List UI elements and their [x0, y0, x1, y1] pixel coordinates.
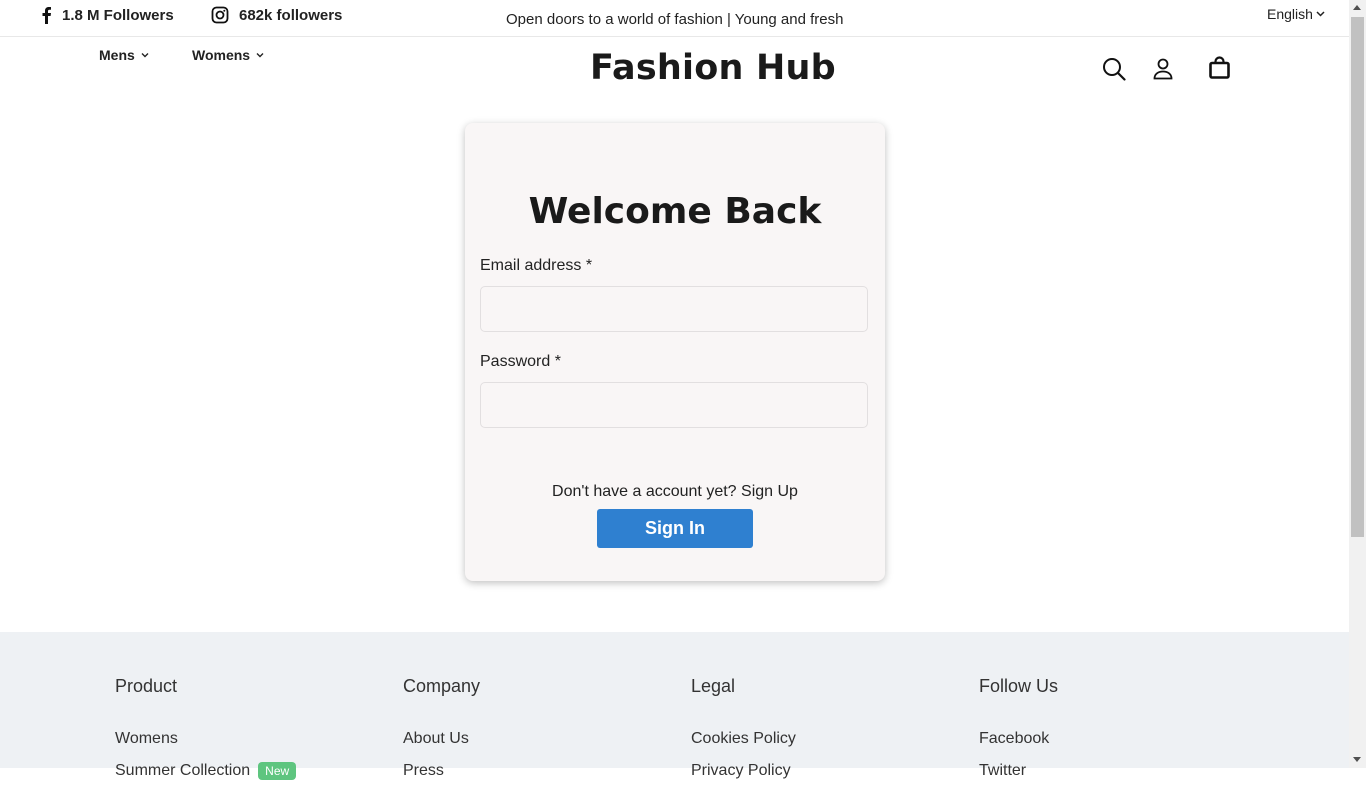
footer-link-twitter[interactable]: Twitter	[979, 755, 1058, 787]
footer-link-facebook[interactable]: Facebook	[979, 723, 1058, 755]
vertical-scrollbar[interactable]	[1349, 0, 1366, 768]
footer-link-label: Privacy Policy	[691, 762, 791, 779]
chevron-down-icon	[256, 53, 264, 58]
password-label: Password *	[480, 353, 561, 370]
footer-column-legal: Legal Cookies Policy Privacy Policy	[691, 676, 796, 787]
scroll-down-arrow[interactable]	[1353, 757, 1361, 762]
login-title: Welcome Back	[528, 191, 822, 232]
footer-column-follow-us: Follow Us Facebook Twitter	[979, 676, 1058, 787]
instagram-icon	[211, 6, 229, 24]
email-field[interactable]	[480, 286, 868, 332]
facebook-followers-count: 1.8 M Followers	[62, 6, 174, 24]
chevron-down-icon	[141, 53, 149, 58]
footer-heading-company: Company	[403, 676, 481, 696]
footer-link-label: Summer Collection	[115, 762, 251, 779]
nav-mens-label: Mens	[99, 47, 135, 63]
scroll-up-arrow[interactable]	[1353, 5, 1361, 10]
instagram-followers[interactable]: 682k followers	[211, 6, 342, 24]
nav-womens[interactable]: Womens	[192, 47, 264, 63]
user-icon[interactable]	[1153, 58, 1173, 85]
signup-prompt-row: Don't have a account yet? Sign Up	[465, 483, 885, 501]
facebook-icon	[42, 7, 51, 24]
language-label: English	[1267, 6, 1313, 22]
search-icon[interactable]	[1102, 57, 1126, 86]
brand-logo[interactable]: Fashion Hub	[590, 48, 836, 88]
language-selector[interactable]: English	[1267, 6, 1325, 22]
footer-link-summer-collection[interactable]: Summer Collection New	[115, 755, 297, 787]
footer-link-about-us[interactable]: About Us	[403, 723, 480, 755]
footer-link-womens[interactable]: Womens	[115, 723, 296, 755]
tagline: Open doors to a world of fashion | Young…	[506, 11, 844, 28]
footer-link-label: Press	[403, 762, 444, 779]
bag-icon[interactable]	[1209, 56, 1230, 84]
signup-prompt: Don't have a account yet?	[552, 483, 737, 500]
sign-in-button[interactable]: Sign In	[597, 509, 753, 548]
footer-link-privacy-policy[interactable]: Privacy Policy	[691, 755, 796, 787]
footer-column-company: Company About Us Press	[403, 676, 480, 787]
email-label: Email address *	[480, 257, 593, 274]
footer-heading-product: Product	[115, 676, 178, 696]
footer-column-product: Product Womens Summer Collection New	[115, 676, 297, 787]
signup-link[interactable]: Sign Up	[741, 483, 798, 500]
footer-link-label: Facebook	[979, 730, 1050, 747]
footer-link-label: About Us	[403, 730, 469, 747]
footer-link-label: Womens	[115, 730, 178, 747]
footer-link-cookies-policy[interactable]: Cookies Policy	[691, 723, 796, 755]
top-bar: 1.8 M Followers 682k followers Open door…	[0, 0, 1349, 37]
footer: Product Womens Summer Collection New Com…	[0, 632, 1349, 780]
login-card: Welcome Back Email address * Password * …	[465, 123, 885, 581]
scrollbar-thumb[interactable]	[1351, 17, 1364, 537]
footer-link-press[interactable]: Press	[403, 755, 480, 787]
footer-heading-legal: Legal	[691, 676, 736, 696]
chevron-down-icon	[1316, 11, 1325, 17]
footer-heading-follow-us: Follow Us	[979, 676, 1059, 696]
footer-link-label: Cookies Policy	[691, 730, 796, 747]
password-field[interactable]	[480, 382, 868, 428]
instagram-followers-count: 682k followers	[239, 6, 343, 24]
nav-mens[interactable]: Mens	[99, 47, 149, 63]
footer-link-label: Twitter	[979, 762, 1027, 779]
facebook-followers[interactable]: 1.8 M Followers	[40, 6, 174, 24]
nav-womens-label: Womens	[192, 47, 251, 63]
new-badge: New	[258, 762, 297, 780]
